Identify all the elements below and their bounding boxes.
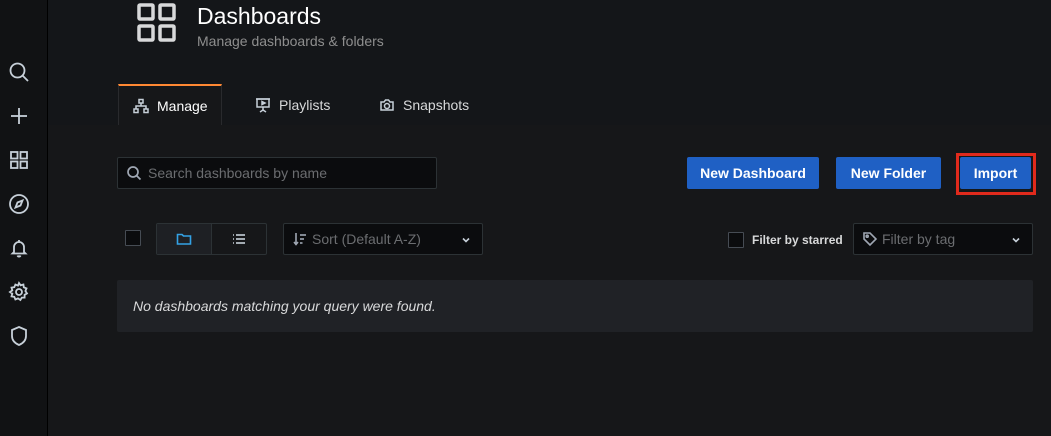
search-input[interactable] (148, 165, 428, 181)
bell-icon[interactable] (8, 237, 30, 259)
folder-icon (176, 233, 192, 245)
sort-placeholder: Sort (Default A-Z) (312, 231, 421, 247)
sitemap-icon (133, 98, 149, 113)
chevron-down-icon (1010, 233, 1022, 251)
sidebar (0, 0, 48, 436)
tab-label: Snapshots (403, 96, 470, 113)
import-highlight (956, 153, 1036, 195)
empty-results-panel: No dashboards matching your query were f… (117, 280, 1033, 332)
tab-manage[interactable]: Manage (118, 84, 222, 125)
starred-filter-label: Filter by starred (752, 233, 843, 247)
folder-view-button[interactable] (157, 224, 212, 254)
compass-icon[interactable] (8, 193, 30, 215)
sort-icon (293, 233, 306, 246)
tab-label: Manage (157, 97, 208, 114)
new-folder-button[interactable]: New Folder (836, 157, 941, 189)
list-view-button[interactable] (212, 224, 267, 254)
chevron-down-icon (460, 233, 472, 251)
search-icon (127, 166, 142, 181)
tag-filter-placeholder: Filter by tag (882, 231, 956, 247)
camera-icon (380, 98, 394, 111)
sort-select[interactable]: Sort (Default A-Z) (283, 223, 483, 255)
gear-icon[interactable] (8, 281, 30, 303)
plus-icon[interactable] (8, 105, 30, 127)
page-title: Dashboards (197, 3, 322, 29)
shield-icon[interactable] (8, 325, 30, 347)
starred-checkbox[interactable] (728, 232, 744, 248)
page-subtitle: Manage dashboards & folders (197, 33, 384, 49)
tag-icon (863, 232, 878, 247)
dashboards-grid-icon (136, 2, 178, 44)
new-dashboard-button[interactable]: New Dashboard (687, 157, 819, 189)
empty-results-message: No dashboards matching your query were f… (133, 298, 436, 314)
search-box[interactable] (117, 157, 437, 189)
tab-label: Playlists (279, 96, 331, 113)
tag-filter-select[interactable]: Filter by tag (853, 223, 1033, 255)
search-icon[interactable] (8, 61, 30, 83)
select-all-checkbox[interactable] (125, 230, 141, 246)
view-mode-toggle (156, 223, 267, 255)
dashboards-icon[interactable] (8, 149, 30, 171)
tab-snapshots[interactable]: Snapshots (379, 84, 469, 125)
list-icon (232, 234, 245, 244)
tab-playlists[interactable]: Playlists (255, 84, 330, 125)
presentation-icon (256, 97, 270, 113)
